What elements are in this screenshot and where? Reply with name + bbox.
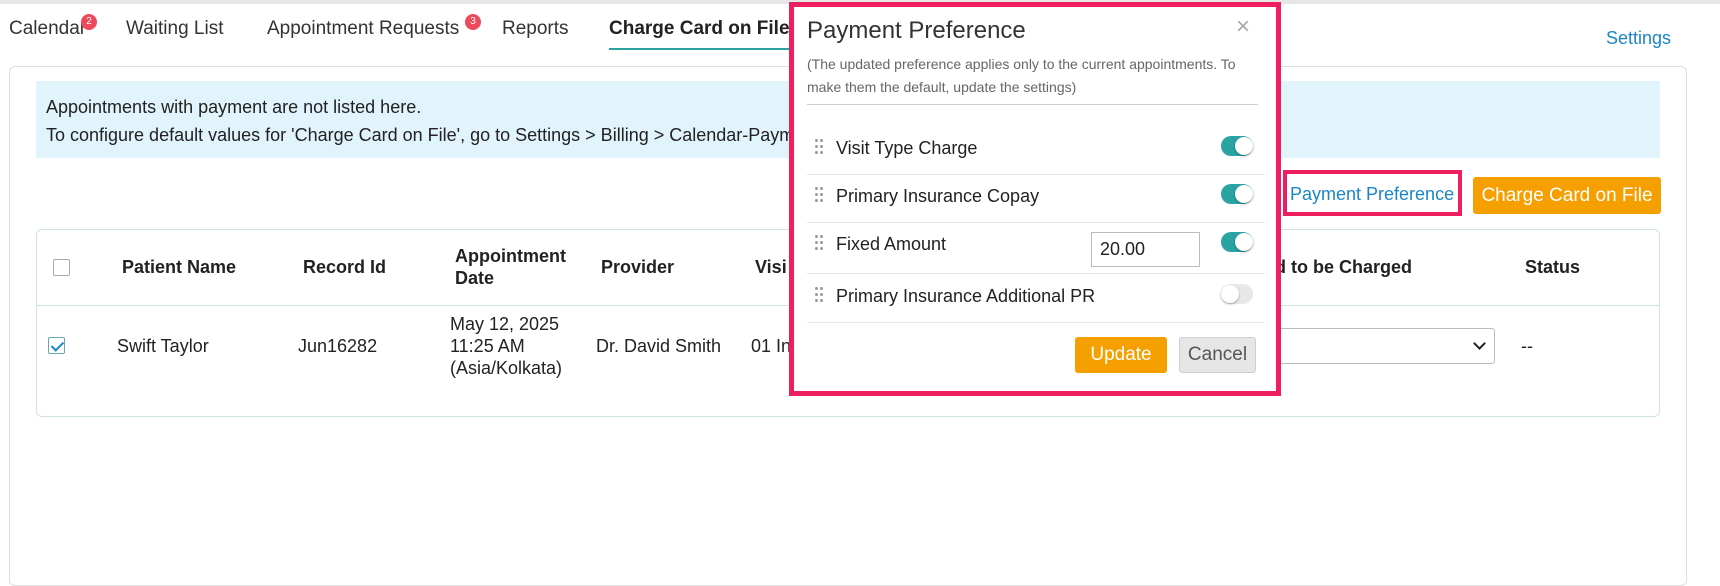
col-record-id[interactable]: Record Id [303, 256, 386, 278]
toggle-knob [1221, 285, 1239, 303]
drag-handle-icon[interactable] [815, 187, 825, 203]
cell-provider: Dr. David Smith [596, 336, 722, 356]
cell-date-line2: 11:25 AM [450, 336, 525, 356]
tab-reports[interactable]: Reports [502, 18, 569, 40]
amount-select[interactable] [1275, 328, 1495, 364]
toggle-primary-insurance-additional-pr[interactable] [1221, 284, 1253, 304]
col-patient-name[interactable]: Patient Name [122, 256, 236, 278]
tab-charge-card-on-file-label: Charge Card on File [609, 18, 790, 39]
col-status[interactable]: Status [1525, 256, 1580, 278]
toggle-visit-type-charge[interactable] [1221, 136, 1253, 156]
cell-date-line1: May 12, 2025 [450, 314, 560, 334]
col-appointment-date[interactable]: Appointment Date [455, 245, 566, 289]
toggle-knob [1235, 233, 1253, 251]
toggle-fixed-amount[interactable] [1221, 232, 1253, 252]
drag-handle-icon[interactable] [815, 139, 825, 155]
cell-record-id: Jun16282 [298, 336, 378, 356]
cell-visit: 01 In [751, 336, 792, 356]
select-all-checkbox[interactable] [53, 259, 70, 276]
tab-calendar[interactable]: Calendar 2 [9, 14, 97, 40]
col-appointment-date-line2: Date [455, 268, 495, 288]
charge-card-on-file-button[interactable]: Charge Card on File [1473, 177, 1661, 214]
row-divider [807, 174, 1265, 175]
col-amount-to-be-charged[interactable]: d to be Charged [1275, 256, 1412, 278]
drag-handle-icon[interactable] [815, 287, 825, 303]
row-checkbox[interactable] [48, 337, 65, 354]
toggle-knob [1235, 137, 1253, 155]
tab-charge-card-on-file[interactable]: Charge Card on File [609, 18, 790, 50]
close-icon[interactable]: × [1236, 13, 1250, 41]
row-divider [807, 222, 1265, 223]
fixed-amount-input[interactable] [1091, 232, 1200, 267]
cell-appointment-date: May 12, 2025 11:25 AM (Asia/Kolkata) [450, 313, 562, 379]
row-divider [807, 322, 1265, 323]
modal-divider [807, 104, 1258, 105]
pref-primary-insurance-additional-pr: Primary Insurance Additional PR [836, 286, 1096, 306]
modal-title: Payment Preference [807, 17, 1026, 44]
cell-patient-name: Swift Taylor [117, 336, 209, 356]
tab-calendar-label: Calendar [9, 18, 87, 39]
tab-reports-label: Reports [502, 18, 569, 39]
pref-visit-type-charge: Visit Type Charge [836, 138, 978, 158]
col-provider[interactable]: Provider [601, 256, 674, 278]
tab-waiting-list-label: Waiting List [126, 18, 224, 39]
col-appointment-date-line1: Appointment [455, 246, 566, 266]
col-visit[interactable]: Visi [755, 256, 787, 278]
chevron-down-icon [1473, 337, 1486, 350]
cell-status: -- [1521, 336, 1533, 356]
drag-handle-icon[interactable] [815, 235, 825, 251]
appointment-requests-count-badge: 3 [465, 14, 481, 30]
toggle-knob [1235, 185, 1253, 203]
cancel-button[interactable]: Cancel [1179, 337, 1256, 373]
toggle-primary-insurance-copay[interactable] [1221, 184, 1253, 204]
pref-fixed-amount: Fixed Amount [836, 234, 947, 254]
payment-preference-link[interactable]: Payment Preference [1290, 184, 1454, 205]
row-divider [807, 273, 1265, 274]
cell-date-line3: (Asia/Kolkata) [450, 358, 563, 378]
settings-link[interactable]: Settings [1606, 28, 1671, 49]
tab-appointment-requests[interactable]: Appointment Requests 3 [267, 14, 481, 40]
calendar-count-badge: 2 [81, 14, 97, 30]
tab-appointment-requests-label: Appointment Requests [267, 18, 460, 39]
update-button[interactable]: Update [1075, 337, 1167, 373]
modal-note: (The updated preference applies only to … [807, 56, 1236, 95]
tab-waiting-list[interactable]: Waiting List [126, 18, 224, 40]
pref-primary-insurance-copay: Primary Insurance Copay [836, 186, 1040, 206]
